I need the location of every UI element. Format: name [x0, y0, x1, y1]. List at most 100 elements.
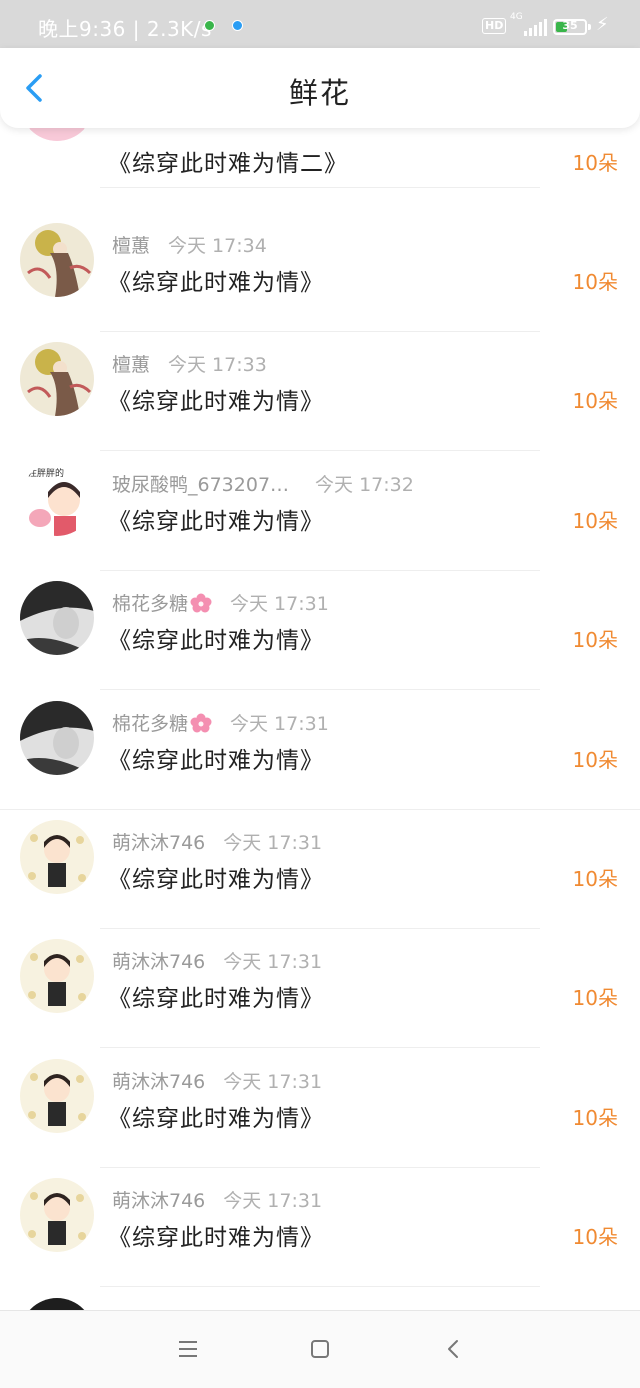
flower-amount: 10朵: [572, 389, 618, 413]
book-title: 《综穿此时难为情二》: [108, 151, 348, 177]
timestamp: 今天 17:31: [223, 832, 323, 854]
flower-amount: 10朵: [572, 986, 618, 1010]
list-item[interactable]: 萌沐沐746 今天 17:31 《综穿此时难为情》 10朵: [0, 1168, 640, 1287]
list-item[interactable]: 棉花多糖 今天 17:31 《综穿此时难为情》 10朵: [0, 691, 640, 810]
meta: 萌沐沐746 今天 17:31: [112, 828, 322, 855]
menu-icon[interactable]: [174, 1335, 202, 1363]
book-title: 《综穿此时难为情》: [108, 270, 324, 296]
wechat-dot-icon: [204, 20, 215, 31]
chibi-boy-avatar: [20, 1059, 94, 1133]
sakura-icon: [190, 713, 212, 733]
flower-amount: 10朵: [572, 151, 618, 175]
ancient-costume-avatar: [20, 223, 94, 297]
username[interactable]: 檀蕙: [112, 354, 150, 376]
book-title: 《综穿此时难为情》: [108, 748, 324, 774]
flower-list: 《综穿此时难为情二》 10朵 檀蕙今天 17:34 《综穿此时难为情》 10朵: [0, 128, 640, 1310]
battery-tip: [588, 24, 591, 30]
timestamp: 今天 17:32: [315, 474, 414, 496]
avatar[interactable]: [20, 581, 94, 655]
chibi-boy-avatar: [20, 1178, 94, 1252]
book-title: 《综穿此时难为情》: [108, 1225, 324, 1251]
timestamp: 今天 17:31: [230, 593, 329, 615]
list-item[interactable]: 棉花多糖 今天 17:31 《综穿此时难为情》 10朵: [0, 571, 640, 690]
flower-amount: 10朵: [572, 748, 618, 772]
avatar[interactable]: [20, 701, 94, 775]
avatar[interactable]: [20, 128, 94, 141]
flower-amount: 10朵: [572, 628, 618, 652]
username[interactable]: 萌沐沐746: [112, 1071, 205, 1093]
timestamp: 今天 17:33: [168, 354, 267, 376]
list-item[interactable]: 萌沐沐746 今天 17:31 《综穿此时难为情》 10朵: [0, 929, 640, 1048]
divider: [100, 187, 540, 188]
system-navbar: [0, 1310, 640, 1388]
meta: 萌沐沐746 今天 17:31: [112, 1067, 322, 1094]
flower-amount: 10朵: [572, 270, 618, 294]
avatar[interactable]: 注胖胖的: [20, 462, 94, 536]
flower-amount: 10朵: [572, 509, 618, 533]
timestamp: 今天 17:34: [168, 235, 267, 257]
list-item[interactable]: 注胖胖的 玻尿酸鸭_673207… 今天 17:32 《综穿此时难为情》 10朵: [0, 452, 640, 571]
battery-level: 35: [562, 19, 578, 32]
username[interactable]: 萌沐沐746: [112, 951, 205, 973]
list-item[interactable]: 萌沐沐746 今天 17:31 《综穿此时难为情》 10朵: [0, 1049, 640, 1168]
flower-amount: 10朵: [572, 867, 618, 891]
chibi-boy-avatar: [20, 939, 94, 1013]
avatar[interactable]: [20, 223, 94, 297]
status-time: 晚上9:36 | 2.3K/s: [38, 17, 212, 41]
timestamp: 今天 17:31: [223, 1190, 323, 1212]
avatar[interactable]: [20, 1059, 94, 1133]
avatar[interactable]: [20, 1178, 94, 1252]
book-title: 《综穿此时难为情》: [108, 986, 324, 1012]
book-title: 《综穿此时难为情》: [108, 1106, 324, 1132]
charging-icon: ⚡: [596, 14, 609, 35]
bw-portrait-avatar: [20, 581, 94, 655]
username[interactable]: 萌沐沐746: [112, 832, 205, 854]
book-title: 《综穿此时难为情》: [108, 867, 324, 893]
book-title: 《综穿此时难为情》: [108, 628, 324, 654]
list-item[interactable]: 檀蕙 今天 17:33 《综穿此时难为情》 10朵: [0, 332, 640, 451]
divider: [100, 1286, 540, 1287]
book-title: 《综穿此时难为情》: [108, 389, 324, 415]
header: 鲜花: [0, 48, 640, 128]
username[interactable]: 棉花多糖: [112, 713, 188, 735]
timestamp: 今天 17:31: [223, 1071, 323, 1093]
username[interactable]: 玻尿酸鸭_673207…: [112, 474, 289, 496]
flower-amount: 10朵: [572, 1225, 618, 1249]
avatar[interactable]: [20, 939, 94, 1013]
meta: 棉花多糖 今天 17:31: [112, 709, 329, 736]
svg-text:注胖胖的: 注胖胖的: [28, 467, 64, 479]
status-bar: 晚上9:36 | 2.3K/s HD 4G 35 ⚡: [0, 0, 640, 48]
list-item[interactable]: [0, 1288, 640, 1310]
divider: [100, 689, 540, 690]
list-item[interactable]: 萌沐沐746 今天 17:31 《综穿此时难为情》 10朵: [0, 810, 640, 929]
avatar[interactable]: [20, 1298, 94, 1310]
signal-icon: [518, 18, 547, 36]
list-item[interactable]: 檀蕙 今天 17:34 《综穿此时难为情》 10朵: [0, 213, 640, 332]
hd-icon: HD: [482, 18, 507, 34]
username[interactable]: 棉花多糖: [112, 593, 188, 615]
username[interactable]: 檀蕙: [112, 235, 150, 257]
chibi-boy-avatar: [20, 820, 94, 894]
meta: 檀蕙 今天 17:34: [112, 231, 267, 258]
sakura-icon: [190, 593, 212, 613]
username[interactable]: 萌沐沐746: [112, 1190, 205, 1212]
meta: 萌沐沐746 今天 17:31: [112, 1186, 322, 1213]
ancient-costume-avatar: [20, 342, 94, 416]
timestamp: 今天 17:31: [230, 713, 329, 735]
pink-anime-girl-avatar: [20, 128, 94, 141]
meta: 玻尿酸鸭_673207… 今天 17:32: [112, 470, 414, 497]
divider: [100, 450, 540, 451]
avatar[interactable]: [20, 342, 94, 416]
meta: 萌沐沐746 今天 17:31: [112, 947, 322, 974]
battery-icon: 35: [553, 19, 587, 35]
list-item[interactable]: 《综穿此时难为情二》 10朵: [0, 128, 640, 188]
book-title: 《综穿此时难为情》: [108, 509, 324, 535]
back-icon[interactable]: [440, 1335, 468, 1363]
flower-amount: 10朵: [572, 1106, 618, 1130]
avatar[interactable]: [20, 820, 94, 894]
timestamp: 今天 17:31: [223, 951, 323, 973]
bw-portrait-avatar: [20, 701, 94, 775]
page-title: 鲜花: [288, 76, 351, 110]
divider: [100, 1047, 540, 1048]
home-icon[interactable]: [306, 1335, 334, 1363]
